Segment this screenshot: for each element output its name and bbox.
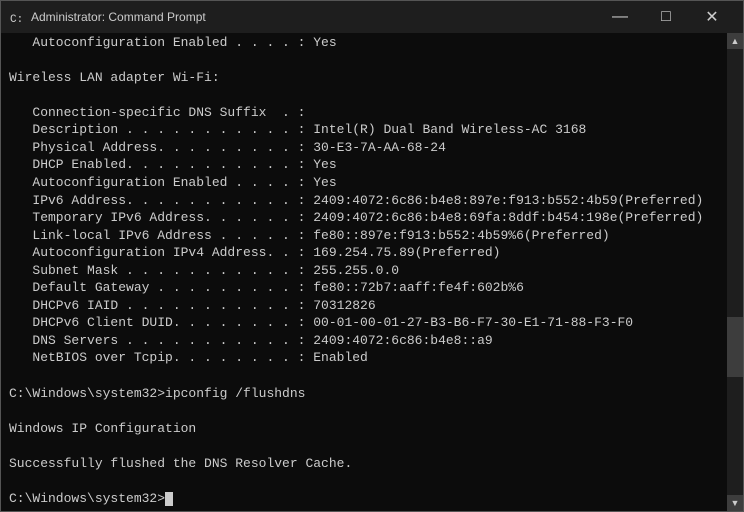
scroll-down-button[interactable]: ▼ <box>727 495 743 511</box>
window-title: Administrator: Command Prompt <box>31 10 597 24</box>
svg-text:C:: C: <box>10 14 23 25</box>
terminal-output[interactable]: Description . . . . . . . . . . . : Micr… <box>1 33 727 511</box>
command-prompt-window: C: Administrator: Command Prompt — □ ✕ D… <box>0 0 744 512</box>
cmd-icon: C: <box>9 9 25 25</box>
title-bar: C: Administrator: Command Prompt — □ ✕ <box>1 1 743 33</box>
maximize-button[interactable]: □ <box>643 1 689 33</box>
scroll-up-button[interactable]: ▲ <box>727 33 743 49</box>
scroll-thumb[interactable] <box>727 317 743 377</box>
close-button[interactable]: ✕ <box>689 1 735 33</box>
scroll-track[interactable] <box>727 49 743 495</box>
scrollbar[interactable]: ▲ ▼ <box>727 33 743 511</box>
minimize-button[interactable]: — <box>597 1 643 33</box>
terminal-cursor <box>165 492 173 506</box>
window-controls: — □ ✕ <box>597 1 735 33</box>
content-area: Description . . . . . . . . . . . : Micr… <box>1 33 743 511</box>
